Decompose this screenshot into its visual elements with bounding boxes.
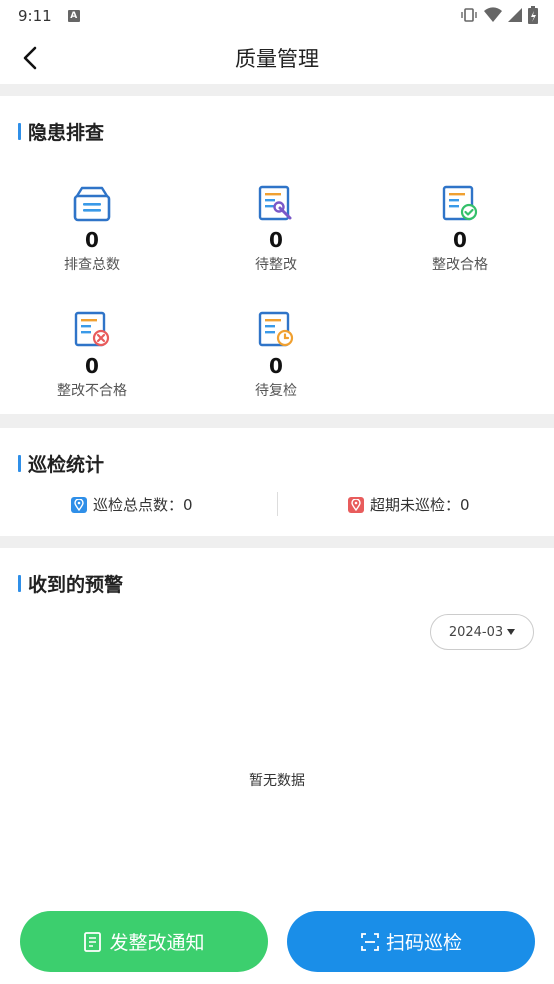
stat-value: 0 bbox=[269, 228, 283, 252]
title-accent-bar bbox=[18, 575, 21, 592]
scan-icon bbox=[361, 932, 379, 951]
stat-pending-recheck[interactable]: 0 待复检 bbox=[184, 310, 368, 400]
stat-pending-rectify[interactable]: 0 待整改 bbox=[184, 184, 368, 274]
inspection-title-text: 巡检统计 bbox=[28, 454, 105, 476]
stat-label: 整改不合格 bbox=[57, 383, 127, 399]
document-check-icon bbox=[442, 185, 478, 221]
send-rectify-notice-label: 发整改通知 bbox=[109, 932, 205, 954]
stat-label: 整改合格 bbox=[432, 257, 488, 273]
title-accent-bar bbox=[18, 123, 21, 140]
signal-icon bbox=[508, 8, 522, 22]
stat-value: 0 bbox=[269, 354, 283, 378]
stat-total-checks[interactable]: 0 排查总数 bbox=[0, 184, 184, 274]
scan-inspect-button[interactable]: 扫码巡检 bbox=[287, 911, 535, 972]
month-selector[interactable]: 2024-03 bbox=[430, 614, 534, 650]
notification-icon: A bbox=[67, 10, 80, 22]
inspection-overdue-text: 超期未巡检：0 bbox=[370, 496, 470, 514]
stat-label: 待复检 bbox=[255, 383, 297, 399]
document-wrench-icon bbox=[258, 185, 292, 221]
status-time: 9:11 bbox=[18, 7, 52, 25]
title-accent-bar bbox=[18, 455, 21, 472]
inspection-card: 巡检统计 巡检总点数：0 超期未巡检：0 bbox=[0, 428, 554, 536]
location-pin-icon bbox=[71, 496, 87, 513]
chevron-left-icon bbox=[23, 46, 37, 70]
hazard-card: 隐患排查 0 排查总数 0 待整改 0 整改合格 0 整改不合格 0 待复检 bbox=[0, 96, 554, 414]
stat-value: 0 bbox=[85, 354, 99, 378]
caret-down-icon bbox=[507, 629, 516, 635]
warnings-section-title: 收到的预警 bbox=[18, 570, 123, 597]
inspection-section-title: 巡检统计 bbox=[18, 450, 104, 477]
document-clock-icon bbox=[258, 311, 294, 347]
month-selector-value: 2024-03 bbox=[448, 624, 504, 640]
stat-value: 0 bbox=[453, 228, 467, 252]
scan-inspect-label: 扫码巡检 bbox=[385, 932, 462, 954]
vibrate-icon bbox=[461, 8, 477, 22]
document-icon bbox=[84, 931, 102, 952]
battery-icon bbox=[528, 6, 538, 24]
page-title: 质量管理 bbox=[235, 47, 319, 71]
hazard-section-title: 隐患排查 bbox=[18, 118, 104, 145]
back-button[interactable] bbox=[16, 44, 44, 72]
inbox-icon bbox=[73, 186, 111, 222]
stat-label: 待整改 bbox=[255, 257, 297, 273]
location-pin-icon bbox=[348, 496, 364, 513]
inspection-total-text: 巡检总点数：0 bbox=[93, 496, 193, 514]
app-bar: 质量管理 bbox=[0, 32, 554, 84]
status-bar: 9:11 A bbox=[0, 0, 554, 32]
empty-state: 暂无数据 bbox=[249, 773, 305, 789]
inspection-overdue[interactable]: 超期未巡检：0 bbox=[348, 494, 470, 515]
hazard-title-text: 隐患排查 bbox=[28, 122, 105, 144]
wifi-icon bbox=[484, 7, 502, 23]
stat-label: 排查总数 bbox=[64, 257, 120, 273]
stat-rectify-failed[interactable]: 0 整改不合格 bbox=[0, 310, 184, 400]
stat-value: 0 bbox=[85, 228, 99, 252]
send-rectify-notice-button[interactable]: 发整改通知 bbox=[20, 911, 268, 972]
divider bbox=[277, 492, 278, 516]
warnings-title-text: 收到的预警 bbox=[28, 574, 124, 596]
status-icons bbox=[460, 6, 538, 24]
document-cross-icon bbox=[74, 311, 110, 347]
stat-rectify-passed[interactable]: 0 整改合格 bbox=[368, 184, 552, 274]
inspection-total[interactable]: 巡检总点数：0 bbox=[71, 494, 193, 515]
